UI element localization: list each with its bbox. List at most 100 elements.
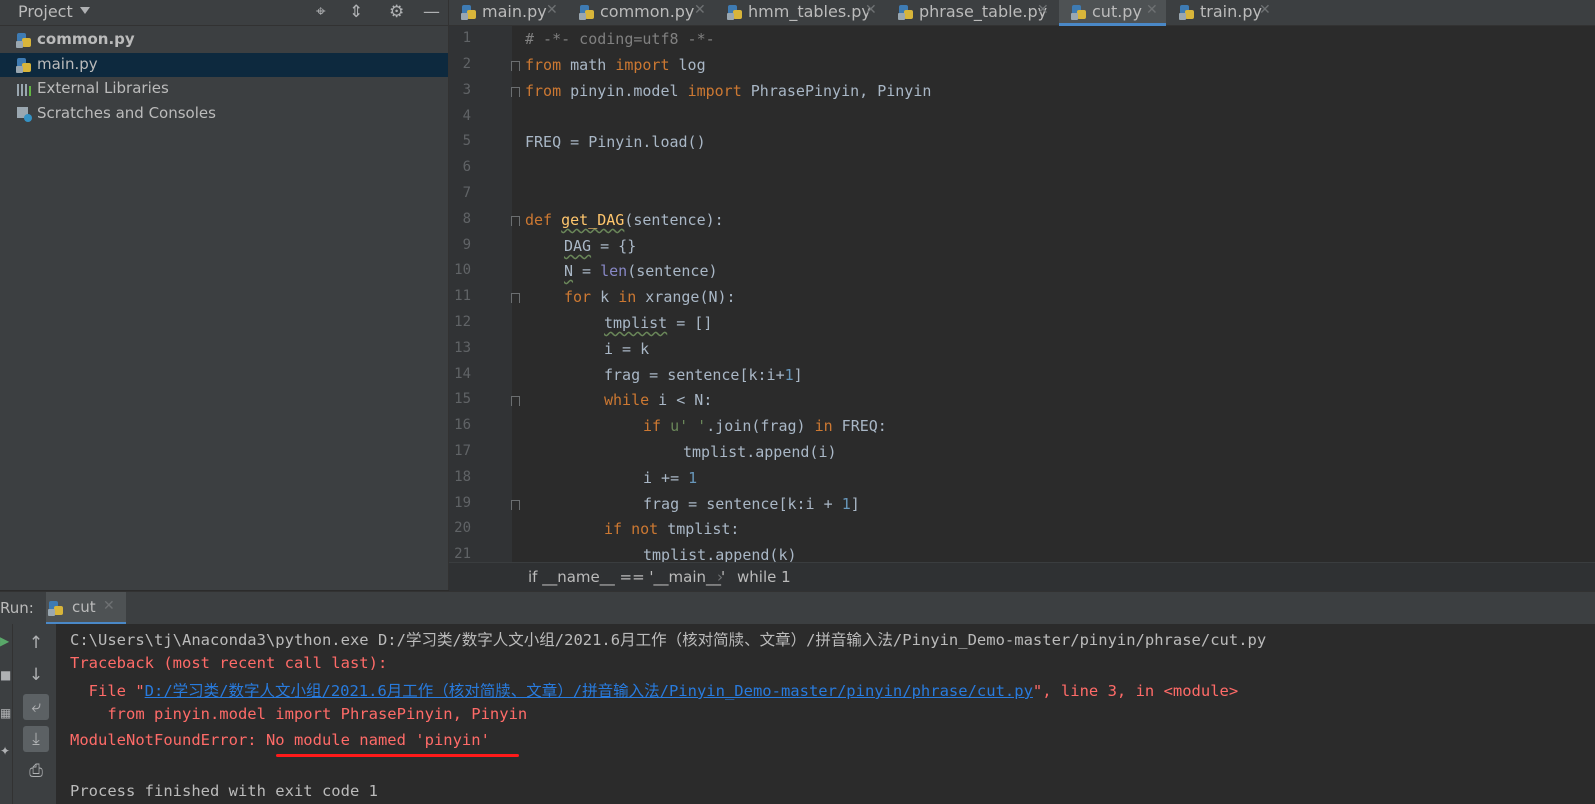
code-line: 1 # -*- coding=utf8 -*- [449,27,1595,53]
code-text: FREQ = Pinyin.load() [525,133,706,151]
run-tab-label: cut [72,598,96,616]
line-number: 10 [454,262,471,278]
minimize-icon[interactable]: — [423,2,440,22]
code-line: 8 def get_DAG(sentence): [449,208,1595,234]
gear-icon[interactable]: ⚙ [389,2,404,22]
code-line: 5 FREQ = Pinyin.load() [449,130,1595,156]
code-line: 20 if not tmplist: [449,517,1595,543]
code-line: 6 [449,156,1595,182]
close-icon[interactable]: ✕ [546,2,558,18]
tab-label: main.py [482,2,547,21]
code-text: tmplist.append(i) [683,443,837,461]
breadcrumb-item[interactable]: while 1 [737,568,791,586]
breadcrumb: if __name__ == '__main__' › while 1 [449,562,1595,591]
code-text: while i < N: [604,391,713,409]
fold-marker-icon[interactable] [511,216,520,226]
project-title[interactable]: Project [18,2,73,21]
tab-label: common.py [600,2,695,21]
tree-item-label: common.py [37,30,135,48]
layout-icon[interactable]: ▦ [0,706,11,720]
line-number: 21 [454,546,471,562]
tree-item-main-py[interactable]: main.py [0,53,449,77]
code-text: from math import log [525,56,706,74]
stop-icon[interactable]: ■ [0,668,11,682]
fold-marker-icon[interactable] [511,87,520,97]
run-panel-header: Run: cut ✕ [0,591,1595,625]
code-line: 7 [449,182,1595,208]
editor-tab-bar: main.py ✕ common.py ✕ hmm_tables.py ✕ ph… [449,0,1595,26]
tab-phrase-table-py[interactable]: phrase_table.py ✕ [886,0,1058,25]
collapse-all-icon[interactable]: ⇕ [349,2,363,22]
tree-item-scratches[interactable]: Scratches and Consoles [0,102,449,126]
close-icon[interactable]: ✕ [1146,2,1158,18]
run-actions-strip: ▶ ■ ▦ ✦ [0,624,13,804]
scroll-to-end-icon[interactable]: ⤓ [23,726,49,752]
code-text: tmplist.append(k) [643,546,797,562]
code-line: 14 frag = sentence[k:i+1] [449,363,1595,389]
tab-label: phrase_table.py [919,2,1048,21]
code-line: 2 from math import log [449,53,1595,79]
fold-marker-icon[interactable] [511,500,520,510]
code-line: 3 from pinyin.model import PhrasePinyin,… [449,79,1595,105]
soft-wrap-icon[interactable]: ⤶ [23,694,49,720]
tree-item-external-libraries[interactable]: External Libraries [0,77,449,101]
close-icon[interactable]: ✕ [1259,2,1271,18]
chevron-down-icon[interactable] [80,7,90,14]
locate-icon[interactable]: ⌖ [316,2,326,22]
code-text: for k in xrange(N): [564,288,736,306]
python-file-icon [1179,4,1195,20]
close-icon[interactable]: ✕ [1037,2,1049,18]
pin-icon[interactable]: ✦ [0,744,10,758]
tab-main-py[interactable]: main.py ✕ [449,0,566,25]
code-line: 21 tmplist.append(k) [449,543,1595,562]
line-number: 19 [454,495,471,511]
file-link[interactable]: D:/学习类/数字人文小组/2021.6月工作（核对简牍、文章）/拼音输入法/P… [145,682,1033,700]
tab-common-py[interactable]: common.py ✕ [567,0,714,25]
breadcrumb-item[interactable]: if __name__ == '__main__' [528,568,725,586]
tree-item-common-py[interactable]: common.py [0,28,449,52]
console-process-finished: Process finished with exit code 1 [70,782,378,800]
run-label: Run: [0,599,34,617]
console-code-line: from pinyin.model import PhrasePinyin, P… [70,705,528,723]
tab-train-py[interactable]: train.py ✕ [1167,0,1281,25]
line-number: 18 [454,469,471,485]
line-number: 11 [454,288,471,304]
line-number: 4 [462,108,471,124]
code-text: frag = sentence[k:i+1] [604,366,803,384]
python-file-icon [16,32,32,48]
line-number: 2 [462,56,471,72]
line-number: 15 [454,391,471,407]
code-text: frag = sentence[k:i + 1] [643,495,860,513]
console-error-line: ModuleNotFoundError: No module named 'pi… [70,731,490,749]
code-line: 12 tmplist = [] [449,311,1595,337]
arrow-down-icon[interactable]: ↓ [23,662,49,688]
rerun-icon[interactable]: ▶ [0,634,9,648]
fold-marker-icon[interactable] [511,61,520,71]
line-number: 1 [462,30,471,46]
code-editor[interactable]: 1 # -*- coding=utf8 -*- 2 from math impo… [449,26,1595,562]
code-line: 16 if u' '.join(frag) in FREQ: [449,414,1595,440]
scratches-icon [16,106,32,122]
python-file-icon [579,4,595,20]
fold-marker-icon[interactable] [511,396,520,406]
tab-label: cut.py [1092,2,1142,21]
tab-hmm-tables-py[interactable]: hmm_tables.py ✕ [715,0,885,25]
tab-cut-py[interactable]: cut.py ✕ [1059,0,1166,26]
code-text: from pinyin.model import PhrasePinyin, P… [525,82,932,100]
line-number: 3 [462,82,471,98]
run-tab-cut[interactable]: cut ✕ [46,592,126,625]
arrow-up-icon[interactable]: ↑ [23,630,49,656]
code-line: 19 frag = sentence[k:i + 1] [449,492,1595,518]
print-icon[interactable]: ⎙ [23,758,49,784]
python-file-icon [1071,4,1087,20]
fold-marker-icon[interactable] [511,293,520,303]
code-line: 11 for k in xrange(N): [449,285,1595,311]
close-icon[interactable]: ✕ [103,598,115,614]
python-file-icon [727,4,743,20]
close-icon[interactable]: ✕ [865,2,877,18]
python-file-icon [16,57,32,73]
line-number: 13 [454,340,471,356]
run-console[interactable]: C:\Users\tj\Anaconda3\python.exe D:/学习类/… [56,624,1595,804]
code-line: 18 i += 1 [449,466,1595,492]
close-icon[interactable]: ✕ [694,2,706,18]
